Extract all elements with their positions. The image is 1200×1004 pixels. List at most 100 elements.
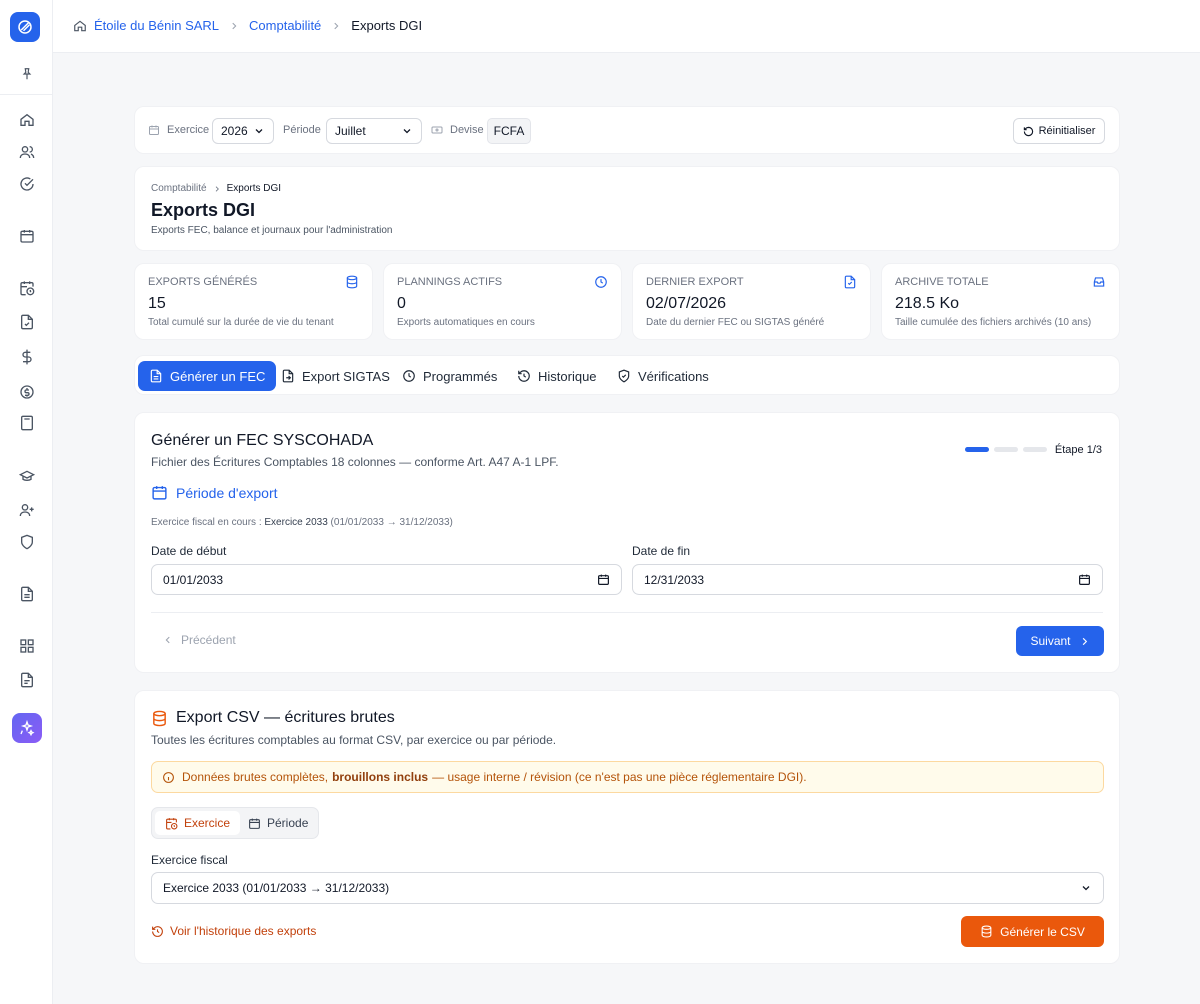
chevron-left-icon [165, 636, 170, 644]
tab-verifications[interactable]: Vérifications [617, 361, 709, 391]
grid-icon[interactable] [18, 637, 36, 655]
page-title: Exports DGI [151, 200, 256, 220]
chevron-right-icon [215, 185, 219, 192]
page-breadcrumb-parent[interactable]: Comptabilité [151, 183, 207, 194]
database-icon [345, 275, 359, 289]
fec-wizard: Générer un FEC SYSCOHADA Fichier des Écr… [134, 412, 1120, 673]
file-text-icon[interactable] [18, 671, 36, 689]
chevron-right-icon [1082, 637, 1087, 645]
divider [151, 612, 1103, 613]
shield-check-icon [618, 369, 630, 383]
fiscal-year-select[interactable]: Exercice 2033 (01/01/2033 → 31/12/2033) [151, 872, 1104, 904]
calendar-icon [149, 125, 159, 135]
tab-programmes[interactable]: Programmés [402, 361, 497, 391]
chevron-right-icon [331, 21, 341, 31]
info-icon [163, 771, 174, 783]
mode-periode-option[interactable]: Période [238, 811, 318, 835]
csv-title: Export CSV — écritures brutes [151, 709, 395, 727]
history-link[interactable]: Voir l'historique des exports [151, 924, 316, 938]
stat-value: 0 [397, 295, 406, 312]
csv-export-card: Export CSV — écritures brutes Toutes les… [134, 690, 1120, 964]
dollar-icon[interactable] [18, 348, 36, 366]
tab-bar: Générer un FEC Export SIGTAS Programmés … [134, 355, 1120, 395]
app-logo[interactable] [10, 12, 40, 42]
stat-card-archive: Archive totale 218.5 Ko Taille cumulée d… [881, 263, 1120, 340]
history-icon [152, 925, 163, 937]
calendar-icon [1079, 574, 1090, 585]
calendar-icon [152, 486, 167, 500]
step-indicator [994, 447, 1018, 452]
calendar-clock-icon[interactable] [18, 279, 36, 297]
page-breadcrumb-current: Exports DGI [226, 183, 282, 194]
file-check-icon[interactable] [18, 313, 36, 331]
filter-bar: Exercice 2026 Période Juillet Devise FCF… [134, 106, 1120, 154]
start-date-input[interactable]: 01/01/2033 [151, 564, 622, 595]
exercice-label: Exercice [148, 124, 209, 136]
stat-card-plannings: Plannings actifs 0 Exports automatiques … [383, 263, 622, 340]
previous-button[interactable]: Précédent [163, 633, 236, 647]
stat-desc: Exports automatiques en cours [397, 317, 535, 328]
stat-label: Dernier export [646, 276, 744, 288]
coin-icon[interactable] [18, 383, 36, 401]
sidebar [0, 0, 53, 1004]
reset-button[interactable]: Réinitialiser [1013, 118, 1105, 144]
stat-desc: Total cumulé sur la durée de vie du tena… [148, 317, 334, 328]
start-date-label: Date de début [151, 544, 227, 558]
tab-generer-fec[interactable]: Générer un FEC [138, 361, 277, 391]
chevron-down-icon [403, 129, 411, 134]
user-plus-icon[interactable] [18, 501, 36, 519]
step-indicator [965, 447, 989, 452]
stat-label: Plannings actifs [397, 276, 503, 288]
exercice-select[interactable]: 2026 [212, 118, 274, 144]
tab-historique[interactable]: Historique [517, 361, 597, 391]
check-circle-icon[interactable] [18, 175, 36, 193]
page-header: Comptabilité Exports DGI Exports DGI Exp… [134, 166, 1120, 251]
calculator-icon[interactable] [18, 414, 36, 432]
shield-icon[interactable] [18, 533, 36, 551]
page-subtitle: Exports FEC, balance et journaux pour l'… [151, 225, 393, 236]
calendar-icon[interactable] [18, 227, 36, 245]
file-export-icon [282, 369, 294, 383]
stat-desc: Taille cumulée des fichiers archivés (10… [895, 317, 1092, 328]
step-indicator [1023, 447, 1047, 452]
breadcrumb-company[interactable]: Étoile du Bénin SARL [94, 18, 219, 33]
periode-select[interactable]: Juillet [326, 118, 422, 144]
topbar: Étoile du Bénin SARL Comptabilité Export… [53, 0, 1200, 53]
mode-toggle: Exercice Période [151, 807, 319, 839]
pin-icon[interactable] [18, 65, 36, 83]
users-icon[interactable] [18, 143, 36, 161]
page-breadcrumb: Comptabilité Exports DGI [151, 183, 281, 194]
ai-assistant-button[interactable] [12, 713, 42, 743]
file-text-icon [150, 369, 162, 383]
chevron-down-icon [255, 129, 263, 134]
rotate-icon [1023, 126, 1033, 136]
step-label: Étape 1/3 [1054, 444, 1102, 456]
step-progress [965, 447, 1052, 452]
document-icon[interactable] [18, 585, 36, 603]
devise-value: FCFA [487, 118, 531, 144]
file-icon [843, 275, 857, 289]
clock-icon [594, 275, 608, 289]
home-icon[interactable] [73, 19, 87, 33]
graduation-cap-icon[interactable] [18, 467, 36, 485]
home-icon[interactable] [18, 111, 36, 129]
stat-value: 02/07/2026 [646, 295, 727, 312]
generate-csv-button[interactable]: Générer le CSV [961, 916, 1104, 947]
next-button[interactable]: Suivant [1016, 626, 1104, 656]
stat-value: 218.5 Ko [895, 295, 960, 312]
end-date-label: Date de fin [632, 544, 691, 558]
stat-card-exports: Exports générés 15 Total cumulé sur la d… [134, 263, 373, 340]
stat-label: Archive totale [895, 276, 989, 288]
mode-exercice-option[interactable]: Exercice [155, 811, 241, 835]
chevron-right-icon [229, 21, 239, 31]
breadcrumb-section[interactable]: Comptabilité [249, 18, 321, 33]
database-icon [153, 710, 166, 726]
clock-icon [403, 370, 415, 382]
stat-label: Exports générés [148, 276, 258, 288]
fec-subtitle: Fichier des Écritures Comptables 18 colo… [151, 455, 559, 469]
end-date-input[interactable]: 12/31/2033 [632, 564, 1103, 595]
banknote-icon [431, 126, 443, 134]
breadcrumb-current: Exports DGI [351, 18, 423, 33]
tab-export-sigtas[interactable]: Export SIGTAS [281, 361, 390, 391]
periode-label: Période [283, 124, 321, 136]
